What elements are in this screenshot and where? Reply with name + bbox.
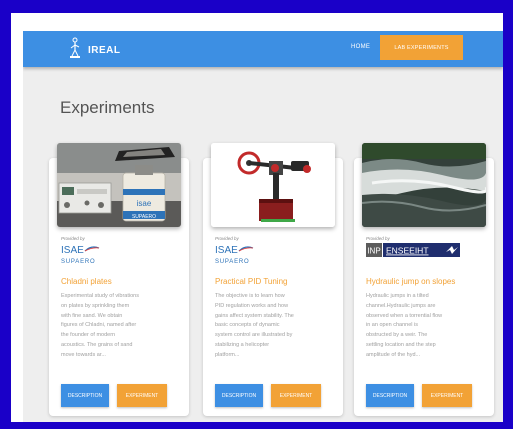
description-line: with fine sand. We obtain [61,312,123,319]
description-line: the founder of modern [61,332,116,339]
description-line: stabilizing a helicopter [215,341,270,348]
description-line: settling location and the step [366,341,436,348]
svg-text:SUPAERO: SUPAERO [215,259,250,265]
experiment-description: The objective is to learn how PID regula… [215,292,333,361]
description-line: Hydraulic jumps in a tilted [366,293,429,299]
isae-supaero-logo: ISAE SUPAERO [215,243,257,270]
page: IREAL HOME LAB EXPERIMENTS Experiments i… [23,31,503,422]
inp-enseeiht-logo: INP ENSEEIHT [366,243,460,262]
provided-by-label: Provided by [366,236,390,241]
description-line: move towards ar... [61,351,106,358]
experiment-card-hydraulic: Provided by INP ENSEEIHT Hydraulic jump … [354,143,494,416]
svg-text:INP: INP [367,247,380,256]
page-title: Experiments [60,98,155,117]
experiment-card-pid: Provided by ISAE SUPAERO Practical PID T… [203,143,343,416]
description-line: platform... [215,351,240,358]
experiment-button[interactable]: EXPERIMENT [271,384,321,407]
description-line: on plates by sprinkling them [61,302,130,309]
window-frame: IREAL HOME LAB EXPERIMENTS Experiments i… [0,0,513,429]
experiment-title[interactable]: Hydraulic jump on slopes [366,277,455,286]
brand-name: IREAL [88,45,121,56]
description-line: obstructed by a weir. The [366,332,428,339]
svg-text:SUPAERO: SUPAERO [61,259,96,265]
experiment-description: Hydraulic jumps in a tilted channel.Hydr… [366,292,484,361]
description-line: channel.Hydraulic jumps are [366,302,436,309]
experiment-card-chladni: isae SUPAERO Provided by ISAE SUPAERO Ch… [49,143,189,416]
experiment-title[interactable]: Practical PID Tuning [215,277,287,286]
provided-by-label: Provided by [61,236,85,241]
description-line: observed when a torrential flow [366,312,443,319]
description-line: Experimental study of vibrations [61,293,139,299]
description-line: amplitude of the hyd... [366,351,421,358]
description-line: figures of Chladni, named after [61,322,137,329]
description-line: system control are illustrated by [215,332,293,339]
description-line: PID regulation works and how [215,302,289,309]
nav-lab-experiments-button[interactable]: LAB EXPERIMENTS [380,35,463,60]
experiment-image-chladni[interactable]: isae SUPAERO [57,143,181,227]
svg-text:SUPAERO: SUPAERO [132,214,156,220]
experiment-image-hydraulic[interactable] [362,143,486,227]
description-button[interactable]: DESCRIPTION [61,384,109,407]
svg-text:ENSEEIHT: ENSEEIHT [386,246,429,256]
description-line: acoustics. The grains of sand [61,341,133,348]
brand[interactable]: IREAL [68,37,121,64]
svg-text:ISAE: ISAE [61,245,84,256]
svg-text:ISAE: ISAE [215,245,238,256]
experiment-button[interactable]: EXPERIMENT [117,384,167,407]
nav-home-link[interactable]: HOME [351,44,370,50]
experiment-button[interactable]: EXPERIMENT [422,384,472,407]
description-line: in an open channel is [366,322,418,329]
isae-supaero-logo: ISAE SUPAERO [61,243,103,270]
provided-by-label: Provided by [215,236,239,241]
svg-text:isae: isae [137,199,152,208]
description-button[interactable]: DESCRIPTION [215,384,263,407]
experiment-image-pid[interactable] [211,143,335,227]
robot-logo-icon [68,37,82,64]
description-button[interactable]: DESCRIPTION [366,384,414,407]
description-line: basic concepts of dynamic [215,322,280,329]
experiment-title[interactable]: Chladni plates [61,277,112,286]
description-line: The objective is to learn how [215,293,285,299]
navbar: IREAL HOME LAB EXPERIMENTS [23,31,503,67]
experiment-description: Experimental study of vibrations on plat… [61,292,179,361]
description-line: gains affect system stability. The [215,312,294,319]
